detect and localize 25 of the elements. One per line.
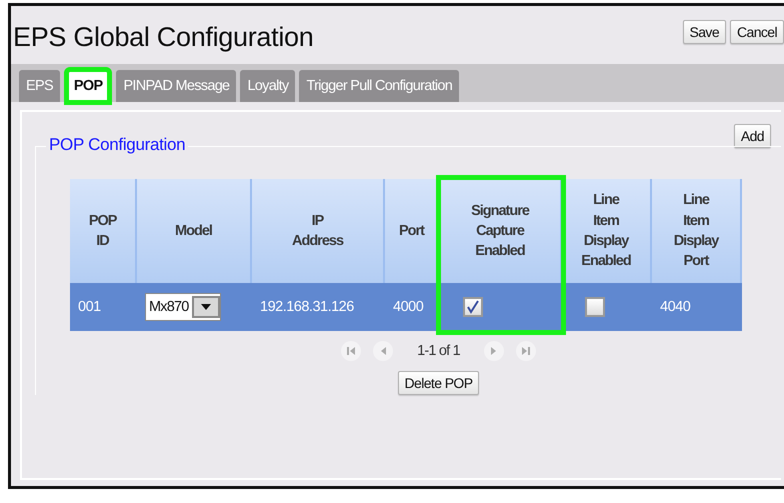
tab[interactable]: POP bbox=[66, 70, 110, 102]
table-cell: 4040 bbox=[660, 299, 690, 315]
page-title: EPS Global Configuration bbox=[13, 22, 314, 52]
column-header[interactable]: IP Address bbox=[252, 179, 385, 283]
delete-button[interactable]: Delete POP bbox=[398, 371, 480, 395]
model-dropdown[interactable]: Mx870 bbox=[145, 293, 221, 321]
first-page-icon[interactable] bbox=[341, 341, 362, 361]
column-header[interactable]: Model bbox=[137, 179, 252, 283]
caret-icon bbox=[200, 304, 211, 310]
column-header[interactable]: Signature Capture Enabled bbox=[440, 179, 562, 283]
save-button[interactable]: Save bbox=[682, 20, 726, 44]
table-cell: 001 bbox=[78, 299, 101, 315]
checkbox[interactable] bbox=[463, 297, 483, 317]
cancel-button[interactable]: Cancel bbox=[730, 20, 784, 44]
previous-page-icon[interactable] bbox=[373, 341, 394, 361]
section-title: POP Configuration bbox=[46, 135, 188, 155]
checkbox[interactable] bbox=[585, 297, 605, 317]
table-cell: 4000 bbox=[393, 299, 424, 315]
column-header[interactable]: Line Item Display Port bbox=[652, 179, 742, 283]
page-count: 1-1 of 1 bbox=[417, 343, 460, 359]
column-header[interactable]: POP ID bbox=[70, 179, 137, 283]
table-cell: 192.168.31.126 bbox=[260, 299, 354, 315]
last-page-icon[interactable] bbox=[516, 341, 536, 361]
add-button[interactable]: Add bbox=[734, 124, 771, 148]
next-page-icon[interactable] bbox=[484, 341, 504, 361]
